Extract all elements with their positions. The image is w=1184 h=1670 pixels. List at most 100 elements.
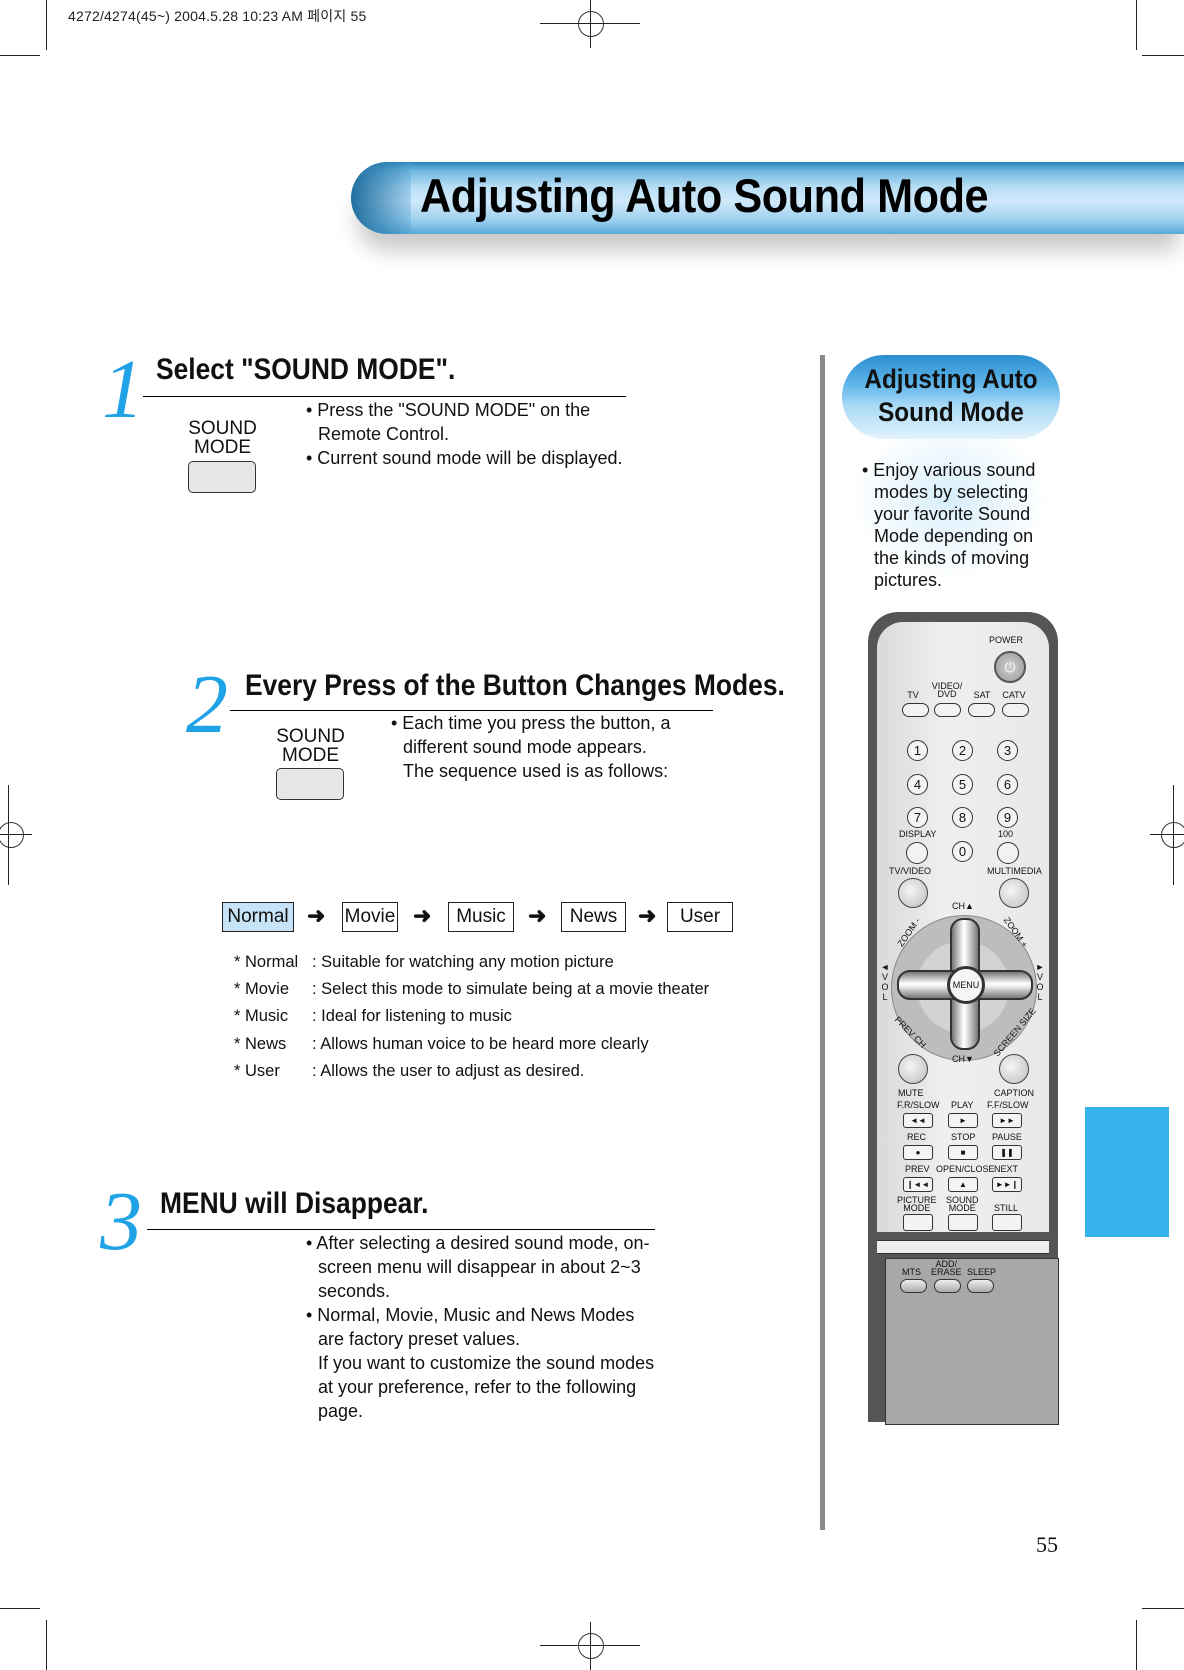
registration-mark	[8, 785, 9, 885]
prev-label: PREV	[905, 1164, 930, 1174]
power-label: POWER	[989, 635, 1024, 645]
crop-mark	[0, 55, 40, 56]
open-close-label: OPEN/CLOSE	[936, 1164, 995, 1174]
caption-label: CAPTION	[994, 1088, 1035, 1098]
ff-slow-label: F.F/SLOW	[987, 1100, 1029, 1110]
crop-mark	[0, 1608, 40, 1609]
mts-button	[900, 1279, 927, 1293]
stop-icon: ■	[948, 1145, 978, 1160]
crop-mark	[46, 1620, 47, 1670]
mode-movie: Movie	[342, 902, 398, 932]
digit-7-button: 7	[907, 807, 928, 828]
digit-6-button: 6	[997, 774, 1018, 795]
definition-row: * User: Allows the user to adjust as des…	[234, 1062, 585, 1080]
ch-up-label: CH▲	[952, 901, 974, 911]
rewind-icon: ◄◄	[903, 1113, 933, 1128]
mode-user: User	[667, 902, 733, 932]
definition-row: * News: Allows human voice to be heard m…	[234, 1035, 649, 1053]
digit-2-button: 2	[952, 740, 973, 761]
digit-0-button: 0	[952, 841, 973, 862]
sound-mode-button-icon	[188, 461, 256, 493]
step-2-title: Every Press of the Button Changes Modes.	[245, 669, 785, 702]
tv-video-label: TV/VIDEO	[889, 866, 932, 876]
registration-mark	[0, 822, 24, 848]
step-1-divider	[143, 396, 626, 397]
arrow-icon: ➜	[307, 903, 326, 928]
mute-label: MUTE	[898, 1088, 924, 1098]
caption-button	[999, 1054, 1029, 1084]
arrow-icon: ➜	[413, 903, 432, 928]
registration-mark	[578, 1633, 604, 1659]
step-2-bullet: The sequence used is as follows:	[403, 761, 669, 781]
still-button	[992, 1214, 1022, 1231]
step-1-bullet: • Press the "SOUND MODE" on the Remote C…	[306, 400, 591, 444]
step-2-number: 2	[186, 658, 228, 751]
digit-9-button: 9	[997, 807, 1018, 828]
previous-track-icon: ❙◄◄	[903, 1177, 933, 1192]
add-erase-button	[934, 1279, 961, 1293]
step-3-number: 3	[100, 1175, 142, 1268]
add-erase-label: ADD/ ERASE	[931, 1259, 962, 1277]
digit-5-button: 5	[952, 774, 973, 795]
power-icon: ⏻	[994, 651, 1026, 683]
mute-button	[898, 1054, 928, 1084]
step-1-text: • Press the "SOUND MODE" on the Remote C…	[306, 398, 626, 470]
digit-3-button: 3	[997, 740, 1018, 761]
eject-icon: ▲	[948, 1177, 978, 1192]
registration-mark	[578, 11, 604, 37]
hundred-label: 100	[998, 829, 1014, 839]
sound-mode-label: SOUND MODE	[946, 1195, 979, 1213]
pause-icon: ❚❚	[992, 1145, 1022, 1160]
crop-mark	[1136, 1620, 1137, 1670]
ch-down-label: CH▼	[952, 1054, 974, 1064]
sound-mode-button-label: SOUND MODE	[276, 726, 345, 766]
tv-video-button	[898, 878, 928, 908]
step-2-text: • Each time you press the button, a diff…	[391, 711, 691, 783]
sound-mode-button-label: SOUND MODE	[188, 418, 257, 458]
section-tab	[1085, 1107, 1169, 1237]
crop-mark	[1142, 55, 1184, 56]
digit-8-button: 8	[952, 807, 973, 828]
play-icon: ►	[948, 1113, 978, 1128]
page-number: 55	[1036, 1532, 1058, 1557]
column-divider	[820, 355, 825, 1530]
vol-up-label: ►VOL	[1035, 962, 1045, 1002]
play-label: PLAY	[951, 1100, 974, 1110]
crop-mark	[46, 0, 47, 50]
registration-mark	[1173, 785, 1174, 885]
sound-mode-button	[948, 1214, 978, 1231]
step-1-number: 1	[102, 343, 144, 436]
rec-label: REC	[907, 1132, 927, 1142]
mode-music: Music	[448, 902, 514, 932]
arrow-icon: ➜	[638, 903, 657, 928]
next-track-icon: ►►❙	[992, 1177, 1022, 1192]
vol-down-label: ◄VOL	[880, 962, 890, 1002]
stop-label: STOP	[951, 1132, 976, 1142]
fast-forward-icon: ►►	[992, 1113, 1022, 1128]
fr-slow-label: F.R/SLOW	[897, 1100, 940, 1110]
print-header: 4272/4274(45~) 2004.5.28 10:23 AM 페이지 55	[68, 8, 367, 24]
step-3-bullet: If you want to customize the sound modes…	[318, 1353, 655, 1421]
registration-mark	[0, 834, 32, 835]
step-1-bullet: • Current sound mode will be displayed.	[306, 448, 623, 468]
registration-mark	[1150, 834, 1184, 835]
picture-mode-button	[903, 1214, 933, 1231]
still-label: STILL	[994, 1203, 1019, 1213]
catv-button	[1002, 703, 1029, 717]
sound-mode-button-icon	[276, 768, 344, 800]
step-3-bullet: • After selecting a desired sound mode, …	[306, 1233, 650, 1301]
step-1-title: Select "SOUND MODE".	[156, 353, 456, 386]
step-3-title: MENU will Disappear.	[160, 1187, 429, 1220]
sidebar-text: • Enjoy various sound modes by selecting…	[862, 460, 1036, 590]
catv-label: CATV	[1002, 690, 1026, 700]
definition-row: * Normal: Suitable for watching any moti…	[234, 953, 614, 971]
multimedia-button	[999, 878, 1029, 908]
mts-label: MTS	[902, 1267, 921, 1277]
hundred-button	[997, 842, 1019, 864]
crop-mark	[1136, 0, 1137, 50]
step-3-bullet: • Normal, Movie, Music and News Modes ar…	[306, 1305, 635, 1349]
multimedia-label: MULTIMEDIA	[987, 866, 1042, 876]
digit-1-button: 1	[907, 740, 928, 761]
arrow-icon: ➜	[528, 903, 547, 928]
registration-mark	[590, 1622, 591, 1670]
